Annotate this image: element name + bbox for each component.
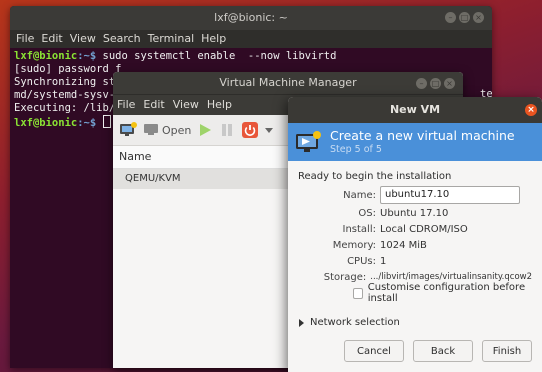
cpus-label: CPUs:	[347, 255, 376, 267]
prompt-user: lxf@bionic	[14, 117, 78, 129]
terminal-cursor	[102, 115, 111, 128]
close-icon[interactable]: ×	[444, 78, 455, 89]
install-label: Install:	[342, 223, 376, 235]
menu-file[interactable]: File	[117, 95, 135, 115]
vmm-titlebar[interactable]: Virtual Machine Manager – □ ×	[113, 72, 463, 94]
play-icon[interactable]	[197, 119, 213, 141]
new-vm-icon	[296, 131, 321, 152]
prompt-path: :~$	[77, 50, 103, 62]
new-vm-title: New VM	[389, 103, 441, 116]
cancel-button[interactable]: Cancel	[344, 340, 404, 362]
network-selection-label[interactable]: Network selection	[310, 317, 400, 328]
maximize-icon[interactable]: □	[430, 78, 441, 89]
terminal-menubar: File Edit View Search Terminal Help	[10, 30, 492, 48]
maximize-icon[interactable]: □	[459, 12, 470, 23]
close-icon[interactable]: ×	[473, 12, 484, 23]
memory-row: Memory: 1024 MiB	[298, 237, 532, 253]
banner-text: Create a new virtual machine Step 5 of 5	[330, 128, 515, 156]
vmm-window-controls: – □ ×	[416, 78, 455, 89]
menu-search[interactable]: Search	[103, 30, 141, 48]
vmm-title: Virtual Machine Manager	[219, 76, 357, 89]
new-vm-summary: Ready to begin the installation Name: ub…	[288, 161, 542, 328]
ready-text: Ready to begin the installation	[298, 171, 452, 182]
banner-title: Create a new virtual machine	[330, 128, 515, 143]
memory-label: Memory:	[332, 239, 376, 251]
cpus-value: 1	[380, 255, 387, 267]
new-vm-titlebar[interactable]: New VM ×	[288, 97, 542, 123]
terminal-command: sudo systemctl enable --now libvirtd	[102, 50, 337, 62]
chevron-down-icon[interactable]	[265, 119, 274, 141]
prompt-path: :~$	[77, 117, 103, 129]
memory-value: 1024 MiB	[380, 239, 427, 251]
network-selection-expander[interactable]: Network selection	[299, 317, 532, 328]
banner-step: Step 5 of 5	[330, 144, 382, 155]
terminal-titlebar[interactable]: lxf@bionic: ~ – □ ×	[10, 6, 492, 30]
menu-terminal[interactable]: Terminal	[148, 30, 195, 48]
pause-icon[interactable]	[219, 119, 235, 141]
install-value: Local CDROM/ISO	[380, 223, 468, 235]
install-row: Install: Local CDROM/ISO	[298, 221, 532, 237]
new-vm-dialog: New VM × Create a new virtual machine St…	[288, 97, 542, 372]
vm-name-input[interactable]: ubuntu17.10	[380, 186, 520, 204]
menu-view[interactable]: View	[70, 30, 96, 48]
terminal-window-controls: – □ ×	[445, 12, 484, 23]
menu-view[interactable]: View	[173, 95, 199, 115]
new-vm-icon[interactable]	[119, 119, 137, 141]
monitor-icon	[144, 124, 158, 135]
menu-edit[interactable]: Edit	[41, 30, 62, 48]
open-button[interactable]: Open	[143, 123, 191, 137]
close-icon[interactable]: ×	[525, 104, 537, 116]
minimize-icon[interactable]: –	[416, 78, 427, 89]
os-value: Ubuntu 17.10	[380, 207, 449, 219]
os-row: OS: Ubuntu 17.10	[298, 205, 532, 221]
power-icon[interactable]	[241, 119, 259, 141]
name-row: Name: ubuntu17.10	[298, 185, 532, 205]
terminal-line: lxf@bionic:~$ sudo systemctl enable --no…	[14, 50, 488, 63]
finish-button[interactable]: Finish	[482, 340, 532, 362]
back-button[interactable]: Back	[413, 340, 473, 362]
name-label: Name:	[343, 189, 376, 201]
menu-help[interactable]: Help	[201, 30, 226, 48]
menu-edit[interactable]: Edit	[143, 95, 164, 115]
customise-row[interactable]: Customise configuration before install	[298, 282, 532, 304]
cpus-row: CPUs: 1	[298, 253, 532, 269]
menu-file[interactable]: File	[16, 30, 34, 48]
new-vm-banner: Create a new virtual machine Step 5 of 5	[288, 123, 542, 161]
prompt-user: lxf@bionic	[14, 50, 78, 62]
customise-checkbox[interactable]	[353, 287, 363, 299]
customise-label[interactable]: Customise configuration before install	[368, 282, 532, 304]
expander-arrow-icon	[299, 318, 304, 327]
dialog-buttons: Cancel Back Finish	[288, 340, 542, 362]
menu-help[interactable]: Help	[207, 95, 232, 115]
minimize-icon[interactable]: –	[445, 12, 456, 23]
open-button-label: Open	[162, 123, 192, 137]
terminal-title: lxf@bionic: ~	[214, 11, 288, 24]
os-label: OS:	[358, 207, 376, 219]
storage-value: .../libvirt/images/virtualinsanity.qcow2	[370, 272, 532, 282]
storage-label: Storage:	[323, 271, 367, 283]
